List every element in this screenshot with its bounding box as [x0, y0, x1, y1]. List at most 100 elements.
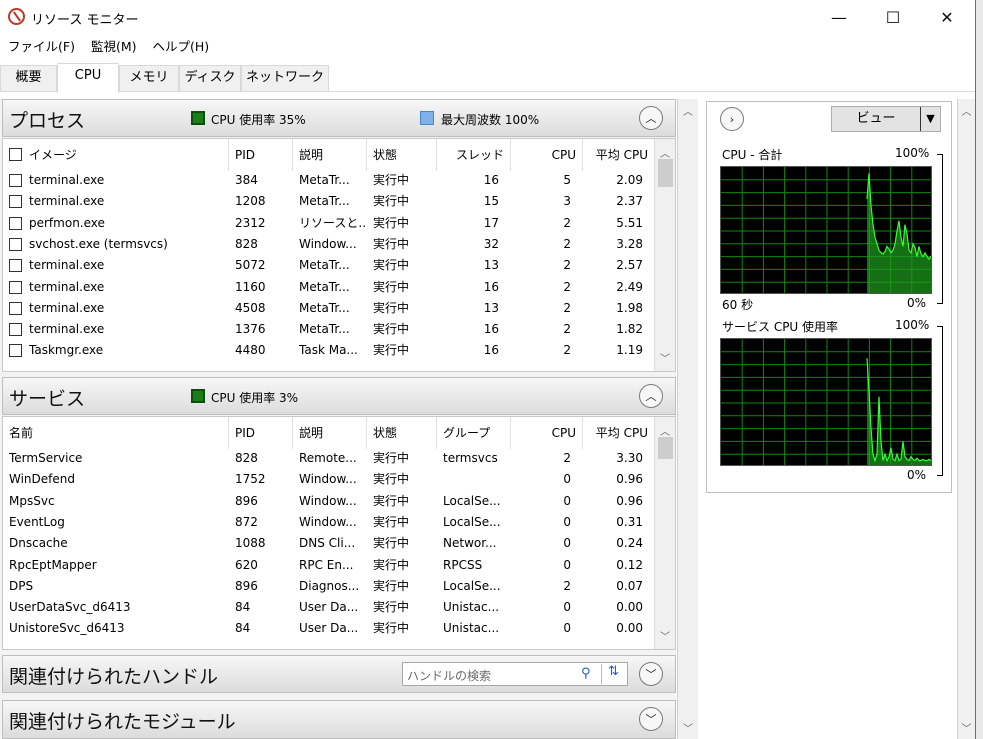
cell-avg-cpu: 2.49	[616, 279, 643, 294]
col-description[interactable]: 説明	[293, 139, 367, 171]
services-scrollbar[interactable]: ︿ ﹀	[654, 417, 675, 649]
table-row[interactable]: terminal.exe 1376 MetaTr... 実行中 16 2 1.82	[3, 319, 655, 340]
table-row[interactable]: terminal.exe 1160 MetaTr... 実行中 16 2 2.49	[3, 277, 655, 298]
scroll-down-icon[interactable]: ﹀	[958, 720, 975, 735]
table-row[interactable]: EventLog 872 Window... 実行中 LocalSe... 0 0.31	[3, 512, 655, 533]
view-label: ビュー	[856, 111, 896, 126]
menu-help[interactable]: ヘルプ(H)	[145, 36, 218, 58]
cell-description: Window...	[299, 236, 357, 251]
left-pane-scrollbar[interactable]: ︿ ﹀	[677, 99, 698, 739]
tab-disk[interactable]: ディスク	[179, 65, 241, 91]
cell-status: 実行中	[373, 600, 410, 615]
cell-avg-cpu: 2.09	[616, 173, 643, 187]
col-cpu[interactable]: CPU	[511, 139, 583, 171]
col-status[interactable]: 状態	[367, 417, 437, 449]
menu-monitor[interactable]: 監視(M)	[83, 36, 145, 58]
col-image[interactable]: イメージ	[3, 139, 229, 171]
processes-header[interactable]: プロセス CPU 使用率 35% 最大周波数 100% ︿	[2, 99, 676, 137]
scroll-down-icon[interactable]: ﹀	[678, 720, 698, 735]
scroll-down-icon[interactable]: ﹀	[655, 628, 675, 643]
table-row[interactable]: RpcEptMapper 620 RPC En... 実行中 RPCSS 0 0.12	[3, 555, 655, 576]
row-checkbox[interactable]	[9, 174, 22, 187]
maximize-button[interactable]: ☐	[866, 0, 920, 34]
minimize-button[interactable]: —	[812, 0, 866, 34]
services-collapse-button[interactable]: ︿	[639, 384, 663, 408]
dropdown-arrow-icon[interactable]: ▼	[920, 107, 940, 131]
col-group[interactable]: グループ	[437, 417, 511, 449]
handles-expand-button[interactable]: ﹀	[639, 662, 663, 686]
processes-collapse-button[interactable]: ︿	[639, 106, 663, 130]
col-name[interactable]: 名前	[3, 417, 229, 449]
cell-pid: 4480	[235, 343, 266, 358]
select-all-checkbox[interactable]	[9, 148, 22, 161]
row-checkbox[interactable]	[9, 301, 22, 315]
close-button[interactable]: ✕	[920, 0, 974, 34]
services-title: サービス	[9, 388, 86, 410]
graph-panel: › ビュー ▼ CPU - 合計 100% 60 秒 0% サービス CPU 使…	[706, 101, 952, 493]
cell-threads: 13	[483, 300, 499, 315]
cell-status: 実行中	[373, 322, 410, 337]
col-avg-cpu[interactable]: 平均 CPU	[583, 139, 655, 171]
scroll-up-icon[interactable]: ︿	[655, 145, 675, 160]
table-row[interactable]: terminal.exe 4508 MetaTr... 実行中 13 2 1.98	[3, 298, 655, 319]
scroll-up-icon[interactable]: ︿	[958, 103, 975, 118]
table-row[interactable]: terminal.exe 1208 MetaTr... 実行中 15 3 2.37	[3, 191, 655, 212]
col-pid[interactable]: PID	[229, 417, 293, 449]
menu-file[interactable]: ファイル(F)	[0, 36, 83, 58]
col-avg-cpu[interactable]: 平均 CPU	[583, 417, 655, 449]
col-status[interactable]: 状態	[367, 139, 437, 171]
scroll-thumb[interactable]	[658, 437, 673, 459]
table-row[interactable]: Taskmgr.exe 4480 Task Ma... 実行中 16 2 1.19	[3, 340, 655, 361]
col-description[interactable]: 説明	[293, 417, 367, 449]
table-row[interactable]: DPS 896 Diagnos... 実行中 LocalSe... 2 0.07	[3, 576, 655, 597]
row-checkbox[interactable]	[9, 259, 22, 273]
table-row[interactable]: UserDataSvc_d6413 84 User Da... 実行中 Unistac.…	[3, 597, 655, 618]
row-checkbox[interactable]	[9, 195, 22, 209]
col-cpu[interactable]: CPU	[511, 417, 583, 449]
tab-memory[interactable]: メモリ	[119, 65, 179, 91]
cell-status: 実行中	[373, 621, 410, 636]
scroll-up-icon[interactable]: ︿	[678, 103, 698, 118]
table-row[interactable]: Dnscache 1088 DNS Cli... 実行中 Networ... 0 0.24	[3, 533, 655, 554]
table-row[interactable]: TermService 828 Remote... 実行中 termsvcs 2 3.30	[3, 448, 655, 469]
handle-search-input[interactable]: ハンドルの検索 ⚲ ⇅	[402, 662, 628, 686]
tab-network[interactable]: ネットワーク	[241, 65, 329, 91]
table-row[interactable]: UnistoreSvc_d6413 84 User Da... 実行中 Unistac.…	[3, 618, 655, 639]
cpu-total-graph-area	[867, 173, 931, 293]
refresh-icon[interactable]: ⇅	[601, 664, 625, 684]
cell-avg-cpu: 1.98	[616, 300, 643, 315]
row-checkbox[interactable]	[9, 216, 22, 230]
table-row[interactable]: terminal.exe 384 MetaTr... 実行中 16 5 2.09	[3, 170, 655, 191]
cell-name: Dnscache	[9, 536, 68, 551]
right-pane-scrollbar[interactable]: ︿ ﹀	[957, 99, 975, 739]
view-button[interactable]: ビュー ▼	[831, 106, 941, 132]
row-checkbox[interactable]	[9, 323, 22, 337]
table-row[interactable]: MpsSvc 896 Window... 実行中 LocalSe... 0 0.96	[3, 491, 655, 512]
cell-status: 実行中	[373, 258, 410, 273]
col-pid[interactable]: PID	[229, 139, 293, 171]
chevron-up-icon: ︿	[645, 112, 657, 125]
search-icon[interactable]: ⚲	[581, 666, 591, 681]
modules-header[interactable]: 関連付けられたモジュール ﹀	[2, 700, 676, 739]
tab-overview[interactable]: 概要	[0, 65, 57, 91]
row-checkbox[interactable]	[9, 237, 22, 251]
modules-expand-button[interactable]: ﹀	[639, 707, 663, 731]
col-threads[interactable]: スレッド	[437, 139, 511, 171]
cell-pid: 620	[235, 557, 258, 572]
row-checkbox[interactable]	[9, 344, 22, 358]
scroll-up-icon[interactable]: ︿	[655, 423, 675, 438]
scroll-down-icon[interactable]: ﹀	[655, 350, 675, 365]
cell-description: MetaTr...	[299, 322, 350, 337]
services-header[interactable]: サービス CPU 使用率 3% ︿	[2, 377, 676, 415]
table-row[interactable]: svchost.exe (termsvcs) 828 Window... 実行中 32 2…	[3, 234, 655, 255]
scroll-thumb[interactable]	[658, 159, 673, 187]
cell-name: DPS	[9, 578, 34, 593]
tab-cpu[interactable]: CPU	[57, 63, 119, 93]
table-row[interactable]: terminal.exe 5072 MetaTr... 実行中 13 2 2.57	[3, 255, 655, 276]
table-row[interactable]: WinDefend 1752 Window... 実行中 0 0.96	[3, 469, 655, 490]
chevron-right-icon: ›	[729, 112, 735, 126]
row-checkbox[interactable]	[9, 280, 22, 294]
processes-scrollbar[interactable]: ︿ ﹀	[654, 139, 675, 371]
panel-toggle-button[interactable]: ›	[720, 107, 744, 131]
table-row[interactable]: perfmon.exe 2312 リソースと... 実行中 17 2 5.51	[3, 213, 655, 234]
